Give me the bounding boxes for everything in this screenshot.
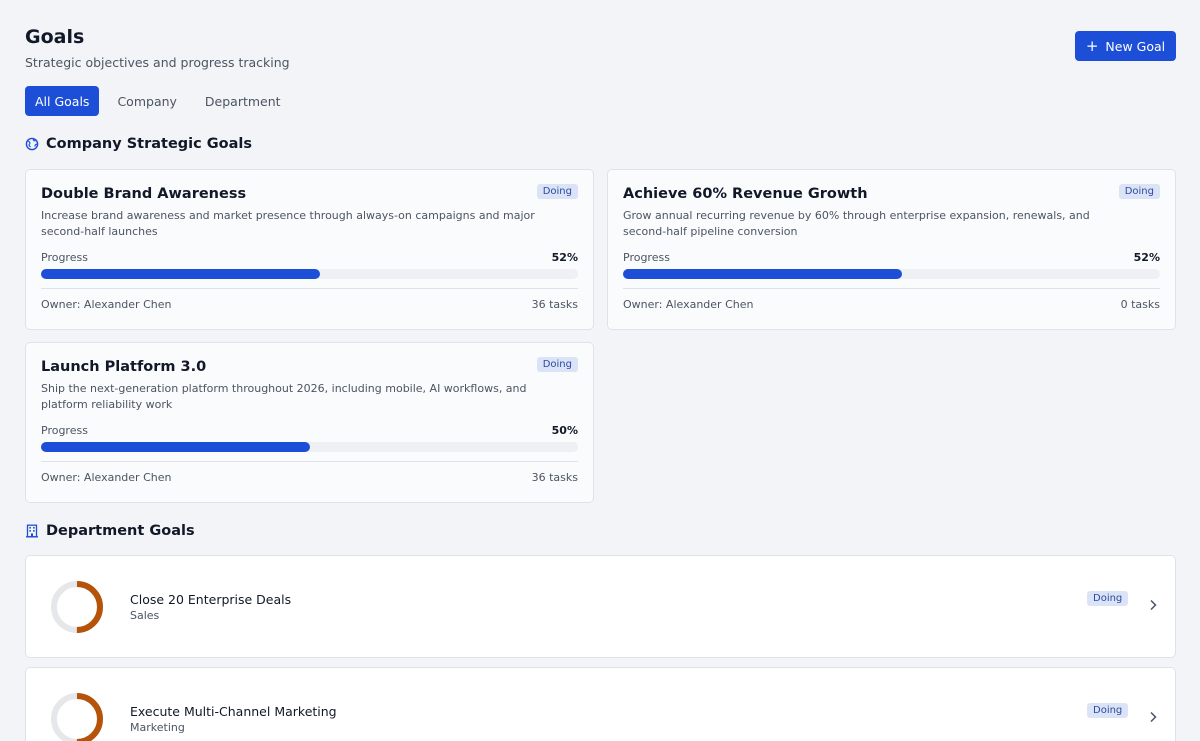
progress-label: Progress [623, 251, 670, 264]
status-badge: Doing [536, 357, 578, 372]
status-badge: Doing [536, 184, 578, 199]
chevron-right-icon[interactable] [1146, 710, 1160, 724]
building-icon [26, 524, 38, 538]
department-goal-title: Close 20 Enterprise Deals [130, 592, 292, 607]
page-title: Goals [25, 26, 85, 48]
department-name: Marketing [130, 721, 185, 734]
goal-task-count: 0 tasks [1120, 298, 1160, 311]
goal-task-count: 36 tasks [531, 298, 578, 311]
goal-description: Increase brand awareness and market pres… [41, 209, 535, 238]
new-goal-button[interactable]: + New Goal [1075, 31, 1176, 61]
tab-department[interactable]: Department [195, 86, 291, 116]
chevron-right-icon[interactable] [1146, 598, 1160, 612]
progress-value: 52% [1133, 251, 1160, 264]
goal-filter-tabs: All Goals Company Department [25, 86, 299, 116]
tab-all-goals[interactable]: All Goals [25, 86, 100, 116]
card-divider [41, 461, 578, 462]
goal-title: Achieve 60% Revenue Growth [623, 186, 868, 202]
department-goal-title: Execute Multi-Channel Marketing [130, 704, 337, 719]
goal-description: Ship the next-generation platform throug… [41, 382, 527, 411]
card-divider [623, 288, 1160, 289]
progress-ring [51, 581, 103, 633]
progress-bar [41, 269, 578, 279]
department-goals-title: Department Goals [46, 523, 195, 539]
page-header: Goals Strategic objectives and progress … [25, 26, 290, 70]
goal-owner: Owner: Alexander Chen [623, 298, 754, 311]
progress-label: Progress [41, 251, 88, 264]
status-badge: Doing [1087, 591, 1129, 606]
progress-fill [41, 269, 321, 279]
progress-fill [41, 442, 310, 452]
goal-owner: Owner: Alexander Chen [41, 298, 172, 311]
progress-bar [623, 269, 1160, 279]
goal-owner: Owner: Alexander Chen [41, 471, 172, 484]
company-goals-title: Company Strategic Goals [46, 136, 253, 152]
goal-title: Double Brand Awareness [41, 186, 247, 202]
department-goal-card[interactable]: Close 20 Enterprise Deals Sales Doing [25, 555, 1176, 658]
goal-title: Launch Platform 3.0 [41, 359, 207, 375]
goal-description: Grow annual recurring revenue by 60% thr… [623, 209, 1090, 238]
plus-icon: + [1085, 36, 1099, 55]
globe-icon [25, 137, 39, 151]
progress-bar [41, 442, 578, 452]
goal-task-count: 36 tasks [531, 471, 578, 484]
tab-company[interactable]: Company [107, 86, 186, 116]
company-goal-card[interactable]: Achieve 60% Revenue Growth Doing Grow an… [607, 169, 1176, 330]
status-badge: Doing [1087, 703, 1129, 718]
company-goals-heading: Company Strategic Goals [25, 136, 252, 152]
new-goal-label: New Goal [1105, 38, 1166, 54]
department-goal-card[interactable]: Execute Multi-Channel Marketing Marketin… [25, 667, 1176, 741]
progress-value: 52% [551, 251, 578, 264]
progress-label: Progress [41, 424, 88, 437]
status-badge: Doing [1118, 184, 1160, 199]
card-divider [41, 288, 578, 289]
progress-value: 50% [551, 424, 578, 437]
company-goal-card[interactable]: Launch Platform 3.0 Doing Ship the next-… [25, 342, 594, 503]
department-name: Sales [130, 609, 160, 622]
progress-ring [51, 693, 103, 741]
page-subtitle: Strategic objectives and progress tracki… [25, 55, 290, 70]
company-goal-card[interactable]: Double Brand Awareness Doing Increase br… [25, 169, 594, 330]
progress-fill [623, 269, 903, 279]
department-goals-heading: Department Goals [25, 523, 195, 539]
